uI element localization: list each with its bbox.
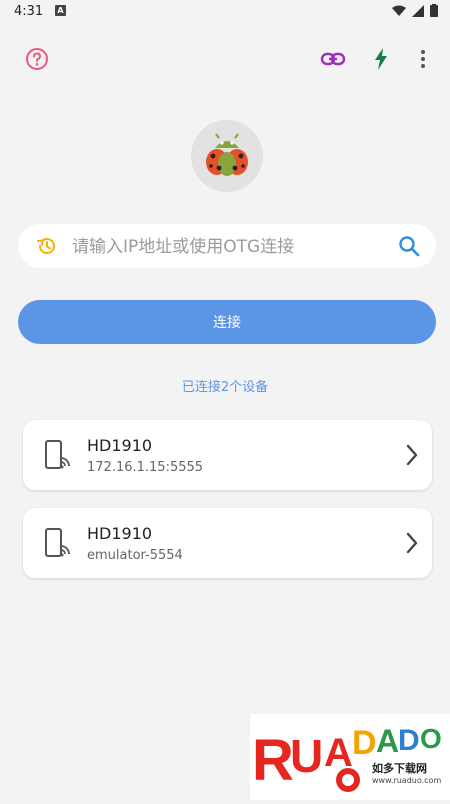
notification-icon: A xyxy=(55,5,66,16)
ruaduo-logo-icon: R U A D A D O xyxy=(252,723,442,793)
more-vert-icon xyxy=(421,50,425,68)
device-name: HD1910 xyxy=(87,436,153,455)
app-logo xyxy=(191,120,263,192)
device-card[interactable]: HD1910 emulator-5554 xyxy=(23,508,432,578)
search-icon[interactable] xyxy=(398,235,420,257)
search-box xyxy=(18,224,436,270)
help-button[interactable] xyxy=(24,46,50,72)
ip-input[interactable] xyxy=(70,224,394,270)
ladybug-android-icon xyxy=(206,133,248,176)
device-address: emulator-5554 xyxy=(87,548,183,563)
status-bar: 4:31 A xyxy=(0,0,450,24)
battery-icon xyxy=(430,4,438,17)
watermark-url: www.ruaduo.com xyxy=(372,776,442,785)
device-name: HD1910 xyxy=(87,524,153,543)
svg-text:D: D xyxy=(352,724,377,762)
svg-text:U: U xyxy=(290,730,323,782)
svg-text:O: O xyxy=(420,723,442,754)
more-button[interactable] xyxy=(410,46,436,72)
connect-button[interactable]: 连接 xyxy=(18,300,436,344)
status-time: 4:31 xyxy=(14,4,44,19)
watermark-logo: R U A D A D O 如多下载网 www.ruaduo.com xyxy=(250,714,450,800)
signal-icon xyxy=(412,4,424,17)
svg-text:D: D xyxy=(398,724,420,757)
history-icon[interactable] xyxy=(36,235,58,257)
help-icon xyxy=(26,48,48,70)
flash-button[interactable] xyxy=(368,46,394,72)
wifi-icon xyxy=(392,5,406,16)
chevron-right-icon xyxy=(406,444,418,466)
link-icon xyxy=(320,52,346,66)
svg-text:A: A xyxy=(376,723,399,759)
wireless-phone-icon xyxy=(45,440,70,469)
wireless-phone-icon xyxy=(45,528,70,557)
device-card[interactable]: HD1910 172.16.1.15:5555 xyxy=(23,420,432,490)
link-button[interactable] xyxy=(320,46,346,72)
svg-text:R: R xyxy=(252,728,294,793)
status-icons xyxy=(392,4,438,17)
watermark-subtitle: 如多下载网 xyxy=(372,762,427,775)
flash-icon xyxy=(375,48,387,70)
chevron-right-icon xyxy=(406,532,418,554)
connected-count-label: 已连接2个设备 xyxy=(181,380,269,395)
device-address: 172.16.1.15:5555 xyxy=(87,460,204,475)
